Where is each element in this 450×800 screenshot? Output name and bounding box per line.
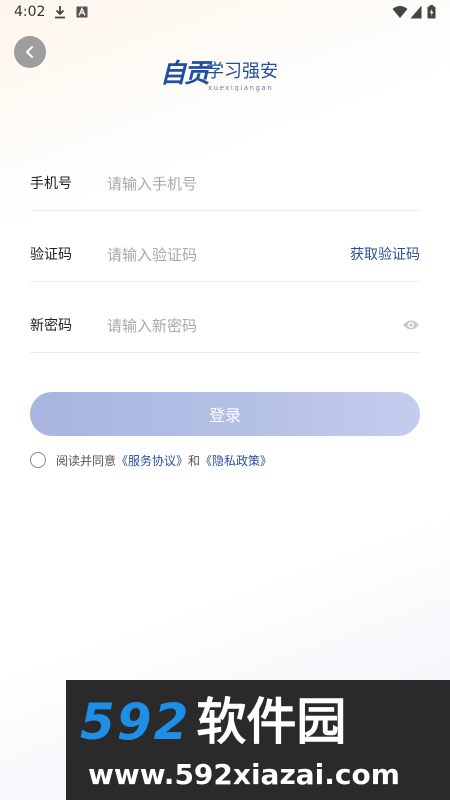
download-icon xyxy=(55,6,65,19)
signal-icon xyxy=(410,5,422,19)
agreement-row: 阅读并同意 《服务协议》 和 《隐私政策》 xyxy=(30,450,272,470)
watermark-title: 592 软件园 xyxy=(80,692,346,752)
service-agreement-link[interactable]: 《服务协议》 xyxy=(116,452,188,469)
eye-icon[interactable] xyxy=(402,318,420,332)
password-row: 新密码 xyxy=(30,308,420,353)
phone-row: 手机号 xyxy=(30,166,420,211)
login-button[interactable]: 登录 xyxy=(30,392,420,436)
code-input[interactable] xyxy=(107,241,337,269)
agreement-conjunction: 和 xyxy=(188,453,201,468)
chevron-left-icon xyxy=(26,46,33,58)
app-logo: 自贡 学习强安 xuexiqiangan xyxy=(160,56,290,100)
password-label: 新密码 xyxy=(30,318,72,334)
status-time: 4:02 xyxy=(14,4,46,20)
back-button[interactable] xyxy=(14,36,46,68)
watermark-url: www.592xiazai.com xyxy=(88,758,400,791)
battery-charging-icon xyxy=(427,5,436,19)
notification-a-icon xyxy=(76,6,88,18)
get-code-button[interactable]: 获取验证码 xyxy=(350,245,420,265)
agreement-checkbox[interactable] xyxy=(30,452,46,468)
logo-name: 学习强安 xyxy=(206,61,278,82)
logo-mark: 自贡 xyxy=(160,59,210,89)
watermark: 592 软件园 www.592xiazai.com xyxy=(66,680,450,800)
code-label: 验证码 xyxy=(30,247,72,263)
privacy-policy-link[interactable]: 《隐私政策》 xyxy=(200,452,272,469)
agreement-prefix: 阅读并同意 xyxy=(56,453,117,468)
status-bar: 4:02 xyxy=(0,0,450,26)
watermark-number: 592 xyxy=(80,693,191,751)
phone-input[interactable] xyxy=(107,170,337,198)
watermark-name: 软件园 xyxy=(196,693,347,751)
password-input[interactable] xyxy=(107,312,337,340)
logo-subtitle: xuexiqiangan xyxy=(208,84,274,92)
wifi-icon xyxy=(392,6,408,18)
phone-label: 手机号 xyxy=(30,176,72,192)
code-row: 验证码 获取验证码 xyxy=(30,237,420,282)
